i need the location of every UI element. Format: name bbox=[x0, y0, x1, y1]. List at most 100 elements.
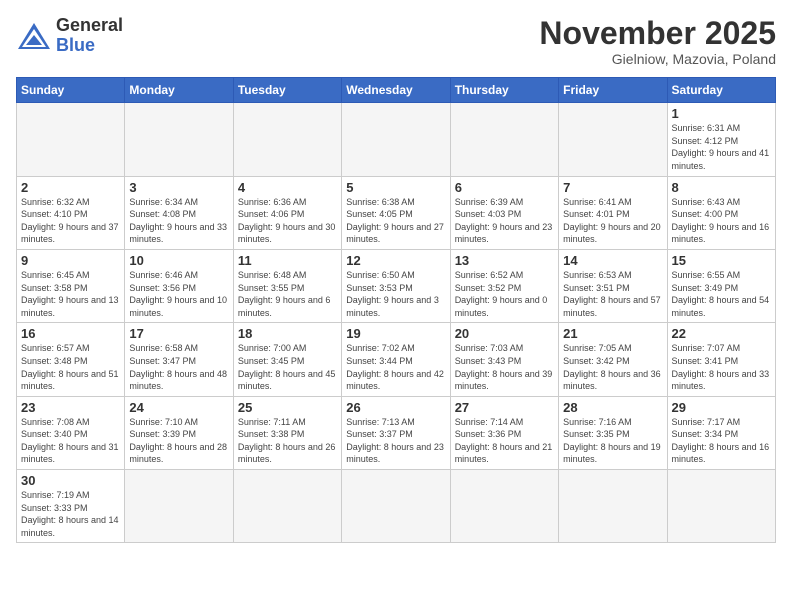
calendar-cell: 5Sunrise: 6:38 AM Sunset: 4:05 PM Daylig… bbox=[342, 176, 450, 249]
calendar-cell: 7Sunrise: 6:41 AM Sunset: 4:01 PM Daylig… bbox=[559, 176, 667, 249]
calendar-cell: 2Sunrise: 6:32 AM Sunset: 4:10 PM Daylig… bbox=[17, 176, 125, 249]
logo-blue: Blue bbox=[56, 35, 95, 55]
calendar-cell bbox=[559, 103, 667, 176]
day-number: 8 bbox=[672, 180, 771, 195]
calendar-cell bbox=[667, 470, 775, 543]
calendar-cell bbox=[342, 103, 450, 176]
day-info: Sunrise: 7:03 AM Sunset: 3:43 PM Dayligh… bbox=[455, 342, 554, 392]
title-block: November 2025 Gielniow, Mazovia, Poland bbox=[539, 16, 776, 67]
calendar-cell: 1Sunrise: 6:31 AM Sunset: 4:12 PM Daylig… bbox=[667, 103, 775, 176]
calendar-cell bbox=[233, 103, 341, 176]
day-info: Sunrise: 7:10 AM Sunset: 3:39 PM Dayligh… bbox=[129, 416, 228, 466]
day-number: 17 bbox=[129, 326, 228, 341]
day-info: Sunrise: 7:02 AM Sunset: 3:44 PM Dayligh… bbox=[346, 342, 445, 392]
calendar-cell: 10Sunrise: 6:46 AM Sunset: 3:56 PM Dayli… bbox=[125, 249, 233, 322]
calendar-cell: 29Sunrise: 7:17 AM Sunset: 3:34 PM Dayli… bbox=[667, 396, 775, 469]
day-info: Sunrise: 6:38 AM Sunset: 4:05 PM Dayligh… bbox=[346, 196, 445, 246]
page: GeneralBlue November 2025 Gielniow, Mazo… bbox=[0, 0, 792, 612]
day-number: 18 bbox=[238, 326, 337, 341]
calendar-cell: 11Sunrise: 6:48 AM Sunset: 3:55 PM Dayli… bbox=[233, 249, 341, 322]
weekday-header-friday: Friday bbox=[559, 78, 667, 103]
calendar-week-1: 2Sunrise: 6:32 AM Sunset: 4:10 PM Daylig… bbox=[17, 176, 776, 249]
calendar-week-5: 30Sunrise: 7:19 AM Sunset: 3:33 PM Dayli… bbox=[17, 470, 776, 543]
logo-text: GeneralBlue bbox=[56, 16, 123, 56]
day-number: 19 bbox=[346, 326, 445, 341]
day-number: 23 bbox=[21, 400, 120, 415]
calendar-cell: 26Sunrise: 7:13 AM Sunset: 3:37 PM Dayli… bbox=[342, 396, 450, 469]
day-number: 15 bbox=[672, 253, 771, 268]
day-info: Sunrise: 6:31 AM Sunset: 4:12 PM Dayligh… bbox=[672, 122, 771, 172]
day-number: 21 bbox=[563, 326, 662, 341]
calendar-cell bbox=[559, 470, 667, 543]
calendar-cell: 30Sunrise: 7:19 AM Sunset: 3:33 PM Dayli… bbox=[17, 470, 125, 543]
day-info: Sunrise: 7:11 AM Sunset: 3:38 PM Dayligh… bbox=[238, 416, 337, 466]
day-number: 12 bbox=[346, 253, 445, 268]
day-number: 10 bbox=[129, 253, 228, 268]
day-info: Sunrise: 7:07 AM Sunset: 3:41 PM Dayligh… bbox=[672, 342, 771, 392]
day-number: 22 bbox=[672, 326, 771, 341]
calendar-cell: 20Sunrise: 7:03 AM Sunset: 3:43 PM Dayli… bbox=[450, 323, 558, 396]
calendar-cell: 27Sunrise: 7:14 AM Sunset: 3:36 PM Dayli… bbox=[450, 396, 558, 469]
day-info: Sunrise: 6:55 AM Sunset: 3:49 PM Dayligh… bbox=[672, 269, 771, 319]
day-info: Sunrise: 6:45 AM Sunset: 3:58 PM Dayligh… bbox=[21, 269, 120, 319]
day-info: Sunrise: 6:36 AM Sunset: 4:06 PM Dayligh… bbox=[238, 196, 337, 246]
day-number: 16 bbox=[21, 326, 120, 341]
calendar-cell: 9Sunrise: 6:45 AM Sunset: 3:58 PM Daylig… bbox=[17, 249, 125, 322]
calendar-week-4: 23Sunrise: 7:08 AM Sunset: 3:40 PM Dayli… bbox=[17, 396, 776, 469]
day-info: Sunrise: 7:19 AM Sunset: 3:33 PM Dayligh… bbox=[21, 489, 120, 539]
day-number: 7 bbox=[563, 180, 662, 195]
calendar-cell bbox=[17, 103, 125, 176]
calendar-cell bbox=[125, 470, 233, 543]
calendar-cell: 25Sunrise: 7:11 AM Sunset: 3:38 PM Dayli… bbox=[233, 396, 341, 469]
day-number: 3 bbox=[129, 180, 228, 195]
calendar-cell: 17Sunrise: 6:58 AM Sunset: 3:47 PM Dayli… bbox=[125, 323, 233, 396]
calendar-cell: 24Sunrise: 7:10 AM Sunset: 3:39 PM Dayli… bbox=[125, 396, 233, 469]
day-info: Sunrise: 6:39 AM Sunset: 4:03 PM Dayligh… bbox=[455, 196, 554, 246]
weekday-header-wednesday: Wednesday bbox=[342, 78, 450, 103]
day-info: Sunrise: 6:58 AM Sunset: 3:47 PM Dayligh… bbox=[129, 342, 228, 392]
calendar-cell: 3Sunrise: 6:34 AM Sunset: 4:08 PM Daylig… bbox=[125, 176, 233, 249]
calendar-cell: 18Sunrise: 7:00 AM Sunset: 3:45 PM Dayli… bbox=[233, 323, 341, 396]
day-number: 30 bbox=[21, 473, 120, 488]
calendar-cell: 21Sunrise: 7:05 AM Sunset: 3:42 PM Dayli… bbox=[559, 323, 667, 396]
day-number: 14 bbox=[563, 253, 662, 268]
calendar-cell: 14Sunrise: 6:53 AM Sunset: 3:51 PM Dayli… bbox=[559, 249, 667, 322]
calendar-cell: 6Sunrise: 6:39 AM Sunset: 4:03 PM Daylig… bbox=[450, 176, 558, 249]
day-number: 25 bbox=[238, 400, 337, 415]
day-number: 27 bbox=[455, 400, 554, 415]
day-number: 6 bbox=[455, 180, 554, 195]
calendar-cell: 28Sunrise: 7:16 AM Sunset: 3:35 PM Dayli… bbox=[559, 396, 667, 469]
day-info: Sunrise: 7:16 AM Sunset: 3:35 PM Dayligh… bbox=[563, 416, 662, 466]
weekday-header-sunday: Sunday bbox=[17, 78, 125, 103]
calendar: SundayMondayTuesdayWednesdayThursdayFrid… bbox=[16, 77, 776, 543]
calendar-cell: 16Sunrise: 6:57 AM Sunset: 3:48 PM Dayli… bbox=[17, 323, 125, 396]
weekday-header-thursday: Thursday bbox=[450, 78, 558, 103]
day-info: Sunrise: 7:00 AM Sunset: 3:45 PM Dayligh… bbox=[238, 342, 337, 392]
day-number: 28 bbox=[563, 400, 662, 415]
day-info: Sunrise: 7:05 AM Sunset: 3:42 PM Dayligh… bbox=[563, 342, 662, 392]
day-number: 4 bbox=[238, 180, 337, 195]
calendar-cell: 19Sunrise: 7:02 AM Sunset: 3:44 PM Dayli… bbox=[342, 323, 450, 396]
day-info: Sunrise: 7:13 AM Sunset: 3:37 PM Dayligh… bbox=[346, 416, 445, 466]
day-number: 29 bbox=[672, 400, 771, 415]
logo: GeneralBlue bbox=[16, 16, 123, 56]
day-info: Sunrise: 6:53 AM Sunset: 3:51 PM Dayligh… bbox=[563, 269, 662, 319]
calendar-cell bbox=[125, 103, 233, 176]
day-number: 5 bbox=[346, 180, 445, 195]
day-info: Sunrise: 6:34 AM Sunset: 4:08 PM Dayligh… bbox=[129, 196, 228, 246]
calendar-cell: 15Sunrise: 6:55 AM Sunset: 3:49 PM Dayli… bbox=[667, 249, 775, 322]
month-title: November 2025 bbox=[539, 16, 776, 51]
weekday-header-monday: Monday bbox=[125, 78, 233, 103]
calendar-cell: 22Sunrise: 7:07 AM Sunset: 3:41 PM Dayli… bbox=[667, 323, 775, 396]
day-info: Sunrise: 7:08 AM Sunset: 3:40 PM Dayligh… bbox=[21, 416, 120, 466]
day-info: Sunrise: 6:43 AM Sunset: 4:00 PM Dayligh… bbox=[672, 196, 771, 246]
day-info: Sunrise: 7:17 AM Sunset: 3:34 PM Dayligh… bbox=[672, 416, 771, 466]
calendar-cell bbox=[450, 103, 558, 176]
day-info: Sunrise: 6:57 AM Sunset: 3:48 PM Dayligh… bbox=[21, 342, 120, 392]
day-number: 9 bbox=[21, 253, 120, 268]
calendar-cell bbox=[342, 470, 450, 543]
calendar-cell: 13Sunrise: 6:52 AM Sunset: 3:52 PM Dayli… bbox=[450, 249, 558, 322]
day-info: Sunrise: 6:50 AM Sunset: 3:53 PM Dayligh… bbox=[346, 269, 445, 319]
calendar-week-2: 9Sunrise: 6:45 AM Sunset: 3:58 PM Daylig… bbox=[17, 249, 776, 322]
logo-general: General bbox=[56, 15, 123, 35]
